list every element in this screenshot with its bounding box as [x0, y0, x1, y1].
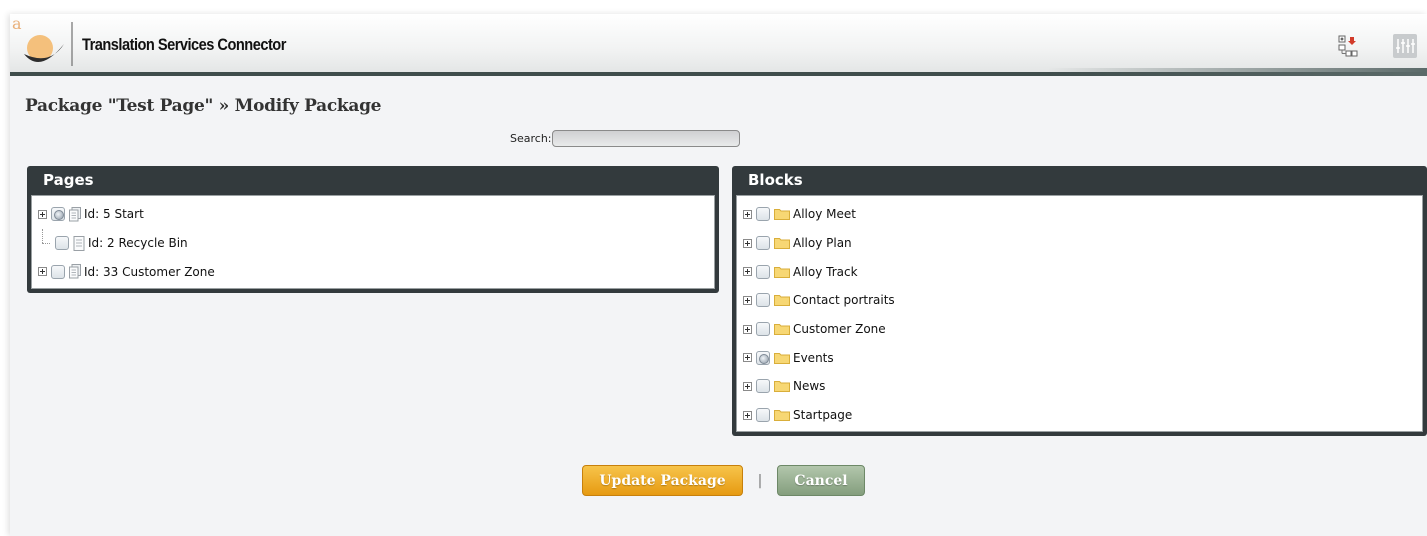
folder-icon: [774, 238, 790, 250]
tree-item-label[interactable]: Customer Zone: [793, 322, 886, 336]
blocks-panel-title: Blocks: [748, 171, 803, 189]
expand-icon[interactable]: [743, 267, 752, 277]
folder-icon: [774, 410, 790, 422]
app-title: Translation Services Connector: [82, 35, 286, 54]
checkbox[interactable]: [55, 236, 69, 251]
expand-icon[interactable]: [743, 353, 752, 363]
folder-icon: [774, 324, 790, 336]
expand-icon[interactable]: [38, 267, 47, 277]
expand-icon[interactable]: [743, 410, 752, 420]
expand-icon[interactable]: [743, 324, 752, 334]
checkbox[interactable]: [756, 379, 770, 394]
tree-connector: [38, 228, 50, 258]
tree-structure-icon[interactable]: [1336, 34, 1360, 58]
tree-item-label[interactable]: News: [793, 379, 825, 393]
tree-item-label[interactable]: Events: [793, 351, 834, 365]
tree-item-label[interactable]: Id: 2 Recycle Bin: [88, 236, 188, 250]
tree-item-label[interactable]: Id: 5 Start: [84, 207, 144, 221]
tree-item-folder[interactable]: Contact portraits: [737, 286, 1422, 315]
expand-icon[interactable]: [743, 209, 752, 219]
update-package-button[interactable]: Update Package: [582, 465, 743, 496]
checkbox[interactable]: [756, 293, 770, 308]
app-frame: a Translation Services Connector Package…: [10, 14, 1427, 536]
tree-item-label[interactable]: Startpage: [793, 408, 852, 422]
tree-item-folder[interactable]: Alloy Track: [737, 257, 1422, 286]
logo-icon: a: [12, 14, 73, 66]
page-stack-icon: [69, 264, 81, 279]
checkbox[interactable]: [51, 264, 65, 279]
pages-panel-title: Pages: [43, 171, 94, 189]
checkbox[interactable]: [756, 322, 770, 337]
search-input[interactable]: [552, 130, 740, 147]
blocks-tree: Alloy Meet Alloy Plan Alloy Track Contac…: [736, 195, 1423, 432]
tree-item-folder[interactable]: News: [737, 372, 1422, 401]
action-bar: Update Package | Cancel: [582, 465, 865, 496]
checkbox[interactable]: [756, 264, 770, 279]
tuning-sliders-icon[interactable]: [1393, 34, 1417, 58]
pages-tree: Id: 5 Start Id: 2 Recycle Bin Id: 33 Cus…: [31, 195, 715, 289]
tree-item-folder[interactable]: Events: [737, 343, 1422, 372]
folder-icon: [774, 209, 790, 221]
folder-icon: [774, 381, 790, 393]
folder-icon: [774, 352, 790, 364]
button-separator: |: [757, 472, 763, 489]
tree-item-page[interactable]: Id: 5 Start: [32, 200, 714, 229]
pages-panel: Pages Id: 5 Start Id: 2 Recycle Bin Id: …: [27, 166, 719, 293]
page-icon: [73, 235, 85, 251]
tree-item-label[interactable]: Alloy Plan: [793, 236, 852, 250]
expand-icon[interactable]: [743, 381, 752, 391]
blocks-panel: Blocks Alloy Meet Alloy Plan Alloy Track: [732, 166, 1427, 436]
checkbox[interactable]: [756, 207, 770, 222]
expand-icon[interactable]: [743, 238, 752, 248]
checkbox[interactable]: [756, 236, 770, 251]
tree-item-page[interactable]: Id: 33 Customer Zone: [32, 257, 714, 286]
folder-icon: [774, 295, 790, 307]
expand-icon[interactable]: [38, 209, 47, 219]
folder-icon: [774, 266, 790, 278]
tree-item-label[interactable]: Id: 33 Customer Zone: [84, 265, 215, 279]
page-stack-icon: [69, 206, 81, 222]
checkbox-partial[interactable]: [756, 350, 770, 365]
tree-item-folder[interactable]: Alloy Meet: [737, 200, 1422, 229]
tree-item-page[interactable]: Id: 2 Recycle Bin: [32, 228, 714, 258]
tree-item-folder[interactable]: Alloy Plan: [737, 229, 1422, 258]
checkbox[interactable]: [756, 408, 770, 423]
tree-item-label[interactable]: Alloy Track: [793, 265, 858, 279]
tree-item-folder[interactable]: Customer Zone: [737, 315, 1422, 344]
tree-item-label[interactable]: Contact portraits: [793, 293, 895, 307]
expand-icon[interactable]: [743, 295, 752, 305]
tree-item-folder[interactable]: Startpage: [737, 401, 1422, 430]
svg-text:a: a: [12, 14, 22, 33]
header-accent: [1047, 68, 1427, 76]
tree-item-label[interactable]: Alloy Meet: [793, 207, 856, 221]
cancel-button[interactable]: Cancel: [777, 465, 865, 496]
app-header: a Translation Services Connector: [10, 14, 1427, 76]
search-label: Search:: [510, 132, 552, 145]
page-title: Package "Test Page" » Modify Package: [25, 96, 382, 116]
checkbox-partial[interactable]: [51, 207, 65, 222]
